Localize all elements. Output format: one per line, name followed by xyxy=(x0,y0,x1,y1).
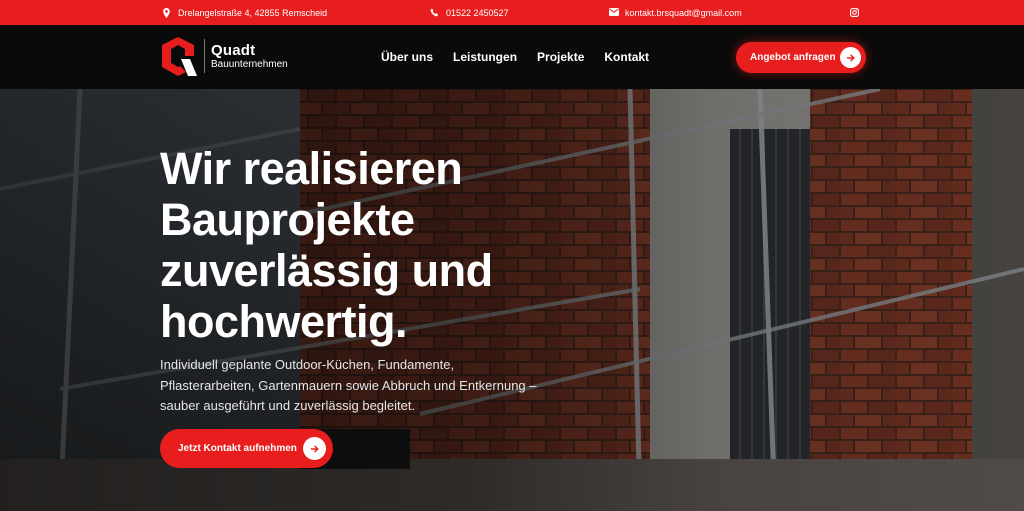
arrow-right-icon xyxy=(303,437,326,460)
brand-name: Quadt xyxy=(211,41,256,59)
nav-item-ueber-uns[interactable]: Über uns xyxy=(381,50,433,64)
email-item[interactable]: kontakt.brsquadt@gmail.com xyxy=(609,0,742,25)
logo-wordmark: Quadt Bauunternehmen xyxy=(211,43,288,70)
phone-item[interactable]: 01522 2450527 xyxy=(430,0,509,25)
request-quote-button[interactable]: Angebot anfragen xyxy=(736,42,866,73)
nav-menu: Über uns Leistungen Projekte Kontakt xyxy=(381,25,649,89)
contact-now-button[interactable]: Jetzt Kontakt aufnehmen xyxy=(160,429,333,468)
nav-item-projekte[interactable]: Projekte xyxy=(537,50,584,64)
email-text[interactable]: kontakt.brsquadt@gmail.com xyxy=(625,8,742,18)
instagram-link[interactable] xyxy=(850,0,859,25)
main-navbar: Quadt Bauunternehmen Über uns Leistungen… xyxy=(0,25,1024,89)
address-text: Drelangelstraße 4, 42855 Remscheid xyxy=(178,7,328,18)
nav-item-leistungen[interactable]: Leistungen xyxy=(453,50,517,64)
address-item: Drelangelstraße 4, 42855 Remscheid xyxy=(162,0,327,25)
contact-topbar: Drelangelstraße 4, 42855 Remscheid 01522… xyxy=(0,0,1024,25)
phone-text[interactable]: 01522 2450527 xyxy=(446,8,509,18)
logo-divider xyxy=(204,39,205,73)
brand-subtitle: Bauunternehmen xyxy=(211,58,288,70)
location-pin-icon xyxy=(162,8,171,18)
instagram-icon[interactable] xyxy=(850,8,859,17)
arrow-right-icon xyxy=(840,47,861,68)
contact-now-label: Jetzt Kontakt aufnehmen xyxy=(178,443,297,454)
hero-description: Individuell geplante Outdoor-Küchen, Fun… xyxy=(160,357,537,413)
phone-icon xyxy=(430,8,439,17)
nav-item-kontakt[interactable]: Kontakt xyxy=(604,50,649,64)
request-quote-label: Angebot anfragen xyxy=(750,52,836,63)
hero-headline: Wir realisieren Bauprojekte zuverlässig … xyxy=(160,143,493,347)
quadt-logo-icon xyxy=(160,36,197,76)
brand-logo[interactable]: Quadt Bauunternehmen xyxy=(160,36,288,76)
mail-icon xyxy=(609,8,619,17)
